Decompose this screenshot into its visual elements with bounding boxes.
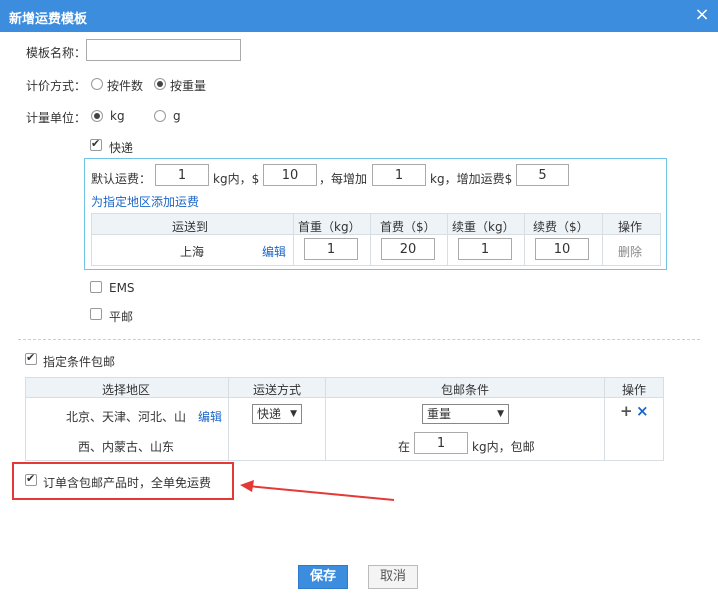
header-select-region: 选择地区	[102, 383, 151, 397]
ems-label: EMS	[109, 281, 135, 295]
ems-checkbox[interactable]	[90, 281, 102, 293]
header-add-fee: 续费（$）	[533, 220, 589, 234]
add-region-fee-link[interactable]: 为指定地区添加运费	[91, 193, 199, 210]
shipping-method-select[interactable]: 快递 ▼	[252, 404, 302, 424]
row-first-weight-input[interactable]	[304, 238, 358, 260]
close-icon[interactable]: ×	[693, 4, 711, 26]
pricing-method-label: 计价方式：	[26, 79, 87, 93]
header-first-fee: 首费（$）	[380, 220, 436, 234]
add-fee-input[interactable]	[516, 164, 569, 186]
express-label: 快递	[109, 141, 134, 155]
pricing-by-count-label: 按件数	[107, 79, 144, 93]
shipping-method-value: 快递	[257, 407, 282, 421]
row-add-fee-input[interactable]	[535, 238, 589, 260]
chevron-down-icon: ▼	[497, 409, 504, 419]
free-shipping-label: 指定条件包邮	[43, 355, 116, 369]
row-add-weight-input[interactable]	[458, 238, 512, 260]
remove-icon[interactable]: ×	[636, 402, 649, 420]
order-free-label: 订单含包邮产品时，全单免运费	[43, 476, 212, 490]
template-name-label: 模板名称：	[26, 46, 87, 60]
condition-suffix: kg内，包邮	[472, 440, 535, 454]
unit-g-label: g	[173, 109, 181, 123]
row-first-fee-input[interactable]	[381, 238, 435, 260]
edit-region-link[interactable]: 编辑	[262, 243, 286, 260]
header-free-condition: 包邮条件	[441, 383, 490, 397]
red-arrow-annotation	[240, 480, 395, 501]
free-weight-input[interactable]	[414, 432, 468, 454]
header-action: 操作	[618, 220, 643, 234]
per-add-text: ，每增加	[319, 172, 368, 186]
edit-free-region-link[interactable]: 编辑	[198, 408, 222, 425]
order-free-checkbox[interactable]	[25, 472, 37, 486]
default-fee-label: 默认运费：	[91, 172, 152, 186]
add-fee-text: kg，增加运费$	[430, 172, 513, 186]
header-add-weight: 续重（kg）	[452, 220, 515, 234]
post-checkbox[interactable]	[90, 308, 102, 320]
free-condition-value: 重量	[427, 407, 452, 421]
within-text: kg内，$	[213, 172, 260, 186]
post-label: 平邮	[109, 310, 134, 324]
header-ship-to: 运送到	[172, 220, 209, 234]
pricing-by-weight-label: 按重量	[170, 79, 207, 93]
cancel-button[interactable]: 取消	[368, 565, 418, 589]
free-shipping-checkbox[interactable]	[25, 351, 37, 365]
region-list-line1: 北京、天津、河北、山	[66, 410, 187, 424]
free-condition-select[interactable]: 重量 ▼	[422, 404, 509, 424]
header-operation: 操作	[622, 383, 647, 397]
unit-g-radio[interactable]	[154, 110, 166, 122]
express-checkbox[interactable]	[90, 137, 102, 151]
chevron-down-icon: ▼	[290, 409, 297, 419]
header-first-weight: 首重（kg）	[298, 220, 361, 234]
pricing-by-weight-radio[interactable]	[154, 78, 166, 90]
dialog-title: 新增运费模板	[9, 12, 88, 27]
dialog-titlebar: 新增运费模板 ×	[0, 0, 718, 32]
template-name-input[interactable]	[86, 39, 241, 61]
first-fee-input[interactable]	[263, 164, 317, 186]
section-divider	[18, 339, 700, 340]
unit-kg-label: kg	[110, 109, 125, 123]
header-shipping-method: 运送方式	[253, 383, 302, 397]
unit-kg-radio[interactable]	[91, 110, 103, 122]
region-shanghai: 上海	[180, 245, 205, 259]
unit-label: 计量单位：	[26, 111, 87, 125]
condition-in-text: 在	[398, 440, 411, 454]
delete-row-link[interactable]: 删除	[618, 243, 642, 260]
plus-icon[interactable]: +	[620, 402, 633, 420]
region-list-line2: 西、内蒙古、山东	[78, 440, 175, 454]
save-button[interactable]: 保存	[298, 565, 348, 589]
first-weight-input[interactable]	[155, 164, 209, 186]
pricing-by-count-radio[interactable]	[91, 78, 103, 90]
add-weight-input[interactable]	[372, 164, 426, 186]
